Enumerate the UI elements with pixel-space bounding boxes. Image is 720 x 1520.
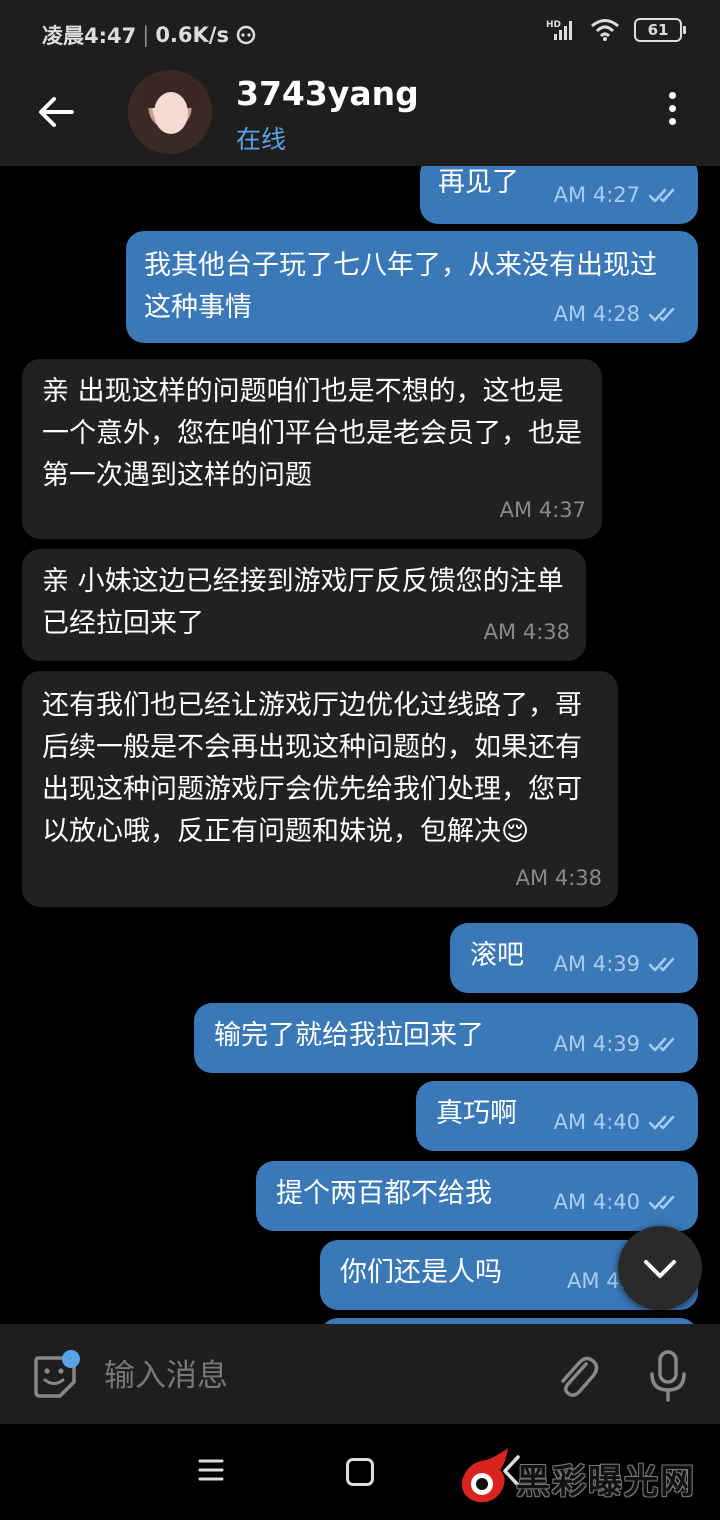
message-text: 还有我们也已经让游戏厅边优化过线路了，哥 后续一般是不会再出现这种问题的，如果还… <box>42 690 582 847</box>
cellular-signal-icon: HD <box>546 20 572 40</box>
composer-bar <box>0 1324 720 1424</box>
more-vert-icon[interactable] <box>660 92 684 132</box>
message-meta: AM 4:38 <box>516 857 602 899</box>
watermark-logo-icon <box>461 1448 508 1503</box>
message-bubble[interactable]: 输完了就给我拉回来了 AM 4:39 <box>194 1003 698 1073</box>
avatar[interactable] <box>128 70 212 154</box>
message-time: AM 4:39 <box>553 1032 640 1056</box>
message-meta: AM 4:40 <box>554 1101 682 1143</box>
message-bubble[interactable]: 亲 出现这样的问题咱们也是不想的，这也是一个意外，您在咱们平台也是老会员了，也是… <box>22 359 602 539</box>
message-time: AM 4:38 <box>483 620 570 644</box>
status-time: 凌晨4:47 <box>42 24 137 48</box>
message-bubble[interactable]: 再见了 AM 4:27 <box>420 166 698 224</box>
arrow-left-icon[interactable] <box>34 90 78 134</box>
message-bubble[interactable]: 亲 小妹这边已经接到游戏厅反反馈您的注单已经拉回来了 AM 4:38 <box>22 549 586 661</box>
message-list[interactable]: 再见了 AM 4:27 我其他台子玩了七八年了，从来没有出现过这种事情 AM 4… <box>0 166 720 1324</box>
microphone-icon[interactable] <box>646 1348 690 1404</box>
status-bar: 凌晨4:47 | 0.6K/s HD 61 <box>0 0 720 58</box>
scroll-down-button[interactable] <box>618 1226 702 1310</box>
chevron-down-icon <box>644 1260 676 1278</box>
double-check-icon <box>648 957 675 972</box>
contact-status: 在线 <box>236 125 287 154</box>
status-left: 凌晨4:47 | 0.6K/s <box>42 20 257 50</box>
status-speed: 0.6K/s <box>155 23 229 47</box>
message-meta: AM 4:28 <box>554 293 682 335</box>
message-time: AM 4:40 <box>553 1110 640 1134</box>
watermark: 黑彩曝光网 <box>456 1444 706 1508</box>
double-check-icon <box>648 1037 675 1052</box>
message-meta: AM 4:37 <box>500 489 586 531</box>
paperclip-icon[interactable] <box>552 1350 600 1402</box>
message-time: AM 4:38 <box>515 866 602 890</box>
message-meta: AM 4:38 <box>484 611 570 653</box>
message-meta: AM 4:40 <box>554 1181 682 1223</box>
status-right: HD 61 <box>546 18 686 42</box>
status-separator: | <box>142 23 150 47</box>
message-time: AM 4:27 <box>553 183 640 207</box>
message-bubble[interactable]: 提个两百都不给我 AM 4:40 <box>256 1161 698 1231</box>
double-check-icon <box>648 307 675 322</box>
message-time: AM 4:39 <box>553 952 640 976</box>
battery-icon: 61 <box>634 18 686 42</box>
message-bubble[interactable]: 滚吧 AM 4:39 <box>450 923 698 993</box>
message-time: AM 4:40 <box>553 1190 640 1214</box>
message-bubble[interactable]: 真巧啊 AM 4:40 <box>416 1081 698 1151</box>
message-bubble[interactable]: 我其他台子玩了七八年了，从来没有出现过这种事情 AM 4:28 <box>126 231 698 343</box>
double-check-icon <box>648 188 675 203</box>
message-meta: AM 4:27 <box>554 174 682 216</box>
message-meta: AM 4:39 <box>554 943 682 985</box>
chat-notification-icon <box>236 25 256 45</box>
message-meta: AM 4:39 <box>554 1023 682 1065</box>
notification-dot <box>62 1350 80 1368</box>
double-check-icon <box>648 1195 675 1210</box>
network-type-label: HD <box>546 20 561 30</box>
message-time: AM 4:28 <box>553 302 640 326</box>
message-input[interactable] <box>104 1354 524 1398</box>
contact-name[interactable]: 3743yang <box>236 74 419 113</box>
message-bubble[interactable]: 还有我们也已经让游戏厅边优化过线路了，哥 后续一般是不会再出现这种问题的，如果还… <box>22 671 618 907</box>
chat-header: 3743yang 在线 <box>0 58 720 166</box>
watermark-text: 黑彩曝光网 <box>516 1462 696 1502</box>
message-text: 亲 出现这样的问题咱们也是不想的，这也是一个意外，您在咱们平台也是老会员了，也是… <box>42 376 582 491</box>
avatar-face <box>154 92 188 134</box>
home-icon[interactable] <box>346 1458 374 1486</box>
double-check-icon <box>648 1115 675 1130</box>
wifi-icon <box>591 19 619 41</box>
recent-apps-icon[interactable] <box>196 1458 226 1482</box>
message-time: AM 4:37 <box>499 498 586 522</box>
